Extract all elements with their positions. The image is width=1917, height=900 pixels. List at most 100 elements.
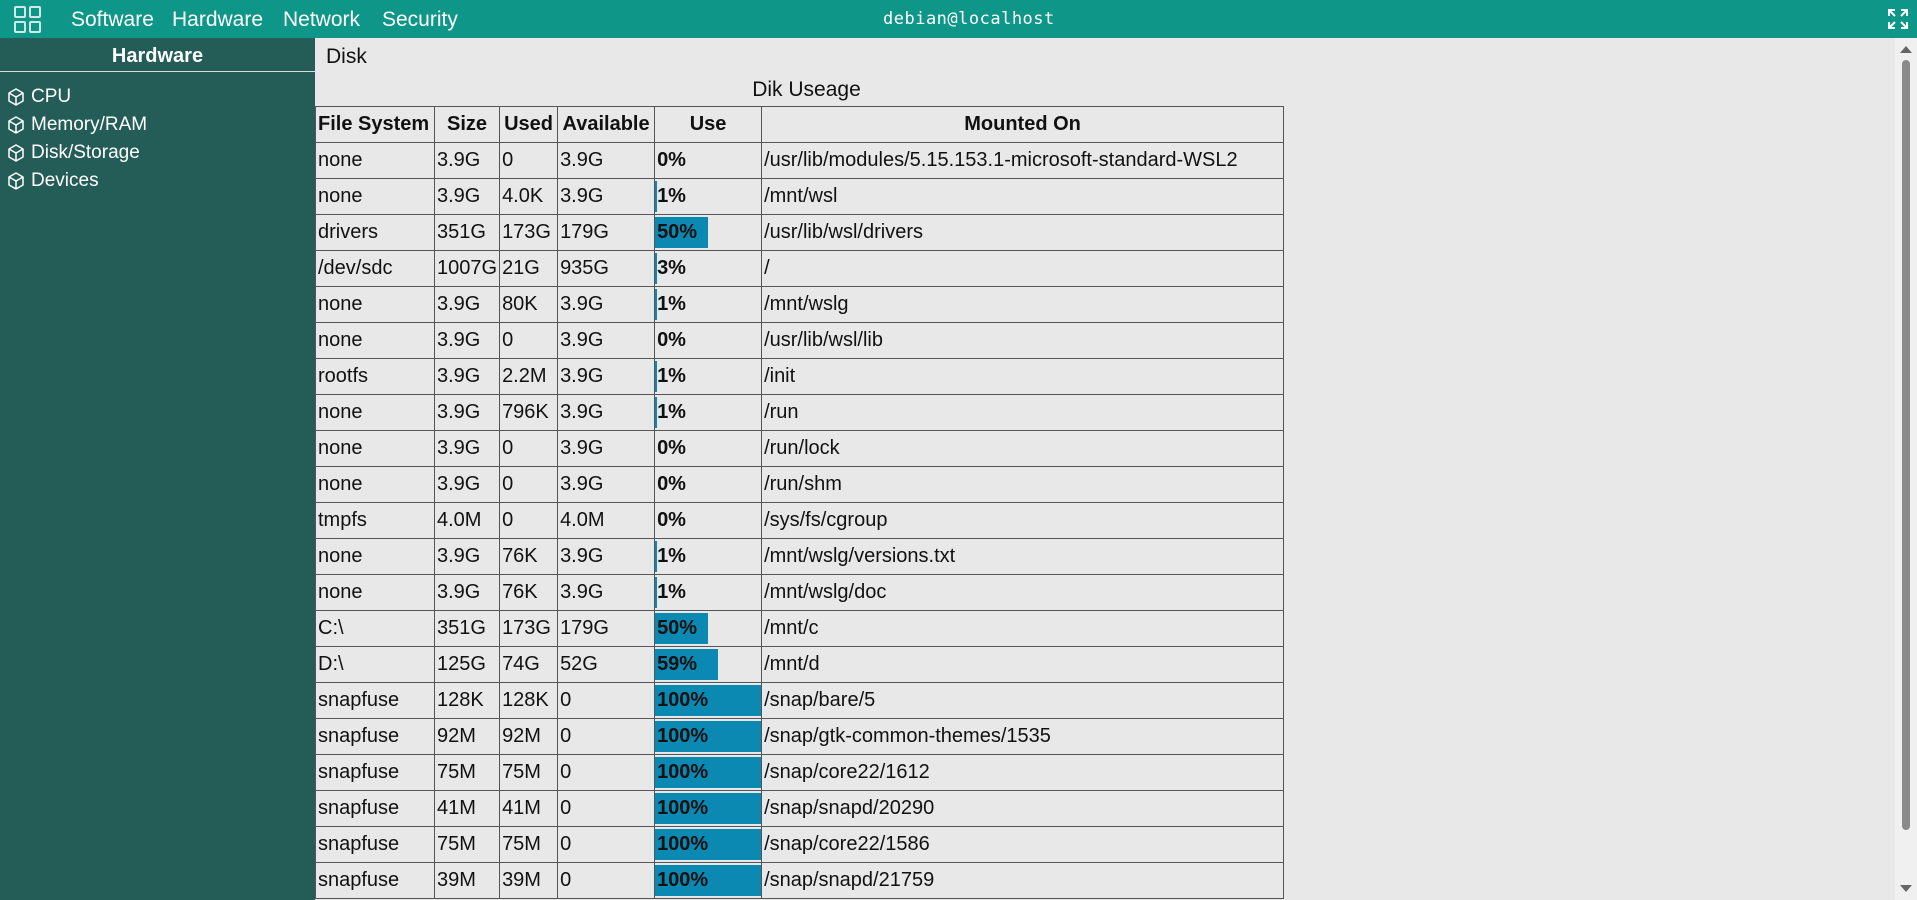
cell-size: 128K — [433, 682, 501, 719]
cell-available: 0 — [557, 754, 656, 791]
cell-available: 179G — [557, 610, 656, 647]
table-row: none 3.9G 0 3.9G 0%/run/lock — [315, 430, 1285, 467]
nav-hardware[interactable]: Hardware — [172, 8, 263, 32]
use-percent: 0% — [657, 149, 686, 171]
cell-mounted-on: /run — [761, 394, 1285, 431]
vertical-scrollbar[interactable] — [1895, 38, 1917, 900]
cell-used: 76K — [499, 574, 559, 611]
cell-use: 0% — [654, 142, 763, 179]
cell-available: 0 — [557, 718, 656, 755]
cell-size: 75M — [433, 826, 501, 863]
cell-used: 0 — [499, 142, 559, 179]
cell-use: 1% — [654, 358, 763, 395]
cell-used: 173G — [499, 610, 559, 647]
table-row: C:\ 351G 173G 179G 50% /mnt/c — [315, 610, 1285, 647]
nav-software[interactable]: Software — [71, 8, 154, 32]
cell-available: 3.9G — [557, 394, 656, 431]
table-row: tmpfs 4.0M 0 4.0M 0%/sys/fs/cgroup — [315, 502, 1285, 539]
cell-use: 1% — [654, 538, 763, 575]
use-percent: 1% — [657, 293, 686, 315]
cell-used: 76K — [499, 538, 559, 575]
cell-use: 59% — [654, 646, 763, 683]
use-percent: 100% — [657, 689, 709, 711]
cell-use: 100% — [654, 718, 763, 755]
cell-mounted-on: /usr/lib/modules/5.15.153.1-microsoft-st… — [761, 142, 1285, 179]
sidebar-item-memory-ram[interactable]: Memory/RAM — [0, 111, 315, 139]
cell-size: 3.9G — [433, 358, 501, 395]
table-row: none 3.9G 80K 3.9G 1%/mnt/wslg — [315, 286, 1285, 323]
cube-icon — [8, 116, 24, 134]
cell-use: 100% — [654, 862, 763, 899]
sidebar-header: Hardware — [0, 38, 315, 72]
cell-use: 100% — [654, 790, 763, 827]
scroll-thumb[interactable] — [1902, 60, 1910, 830]
table-row: none 3.9G 0 3.9G 0%/run/shm — [315, 466, 1285, 503]
cell-size: 3.9G — [433, 430, 501, 467]
table-row: rootfs 3.9G 2.2M 3.9G 1%/init — [315, 358, 1285, 395]
cube-icon — [8, 172, 24, 190]
use-percent: 100% — [657, 761, 709, 783]
sidebar-item-disk-storage[interactable]: Disk/Storage — [0, 139, 315, 167]
sidebar-item-cpu[interactable]: CPU — [0, 83, 315, 111]
sidebar-item-label: Disk/Storage — [31, 142, 140, 163]
cell-mounted-on: /usr/lib/wsl/drivers — [761, 214, 1285, 251]
cell-file-system: snapfuse — [315, 826, 435, 863]
cube-icon — [8, 88, 24, 106]
col-available: Available — [557, 106, 656, 143]
cell-mounted-on: /snap/snapd/21759 — [761, 862, 1285, 899]
table-row: D:\ 125G 74G 52G 59% /mnt/d — [315, 646, 1285, 683]
cell-available: 0 — [557, 862, 656, 899]
cell-size: 3.9G — [433, 394, 501, 431]
cell-used: 80K — [499, 286, 559, 323]
cell-file-system: none — [315, 394, 435, 431]
cell-use: 0% — [654, 466, 763, 503]
cell-available: 935G — [557, 250, 656, 287]
fullscreen-icon[interactable] — [1887, 8, 1909, 30]
cell-file-system: none — [315, 142, 435, 179]
sidebar-item-devices[interactable]: Devices — [0, 167, 315, 195]
cell-mounted-on: /run/lock — [761, 430, 1285, 467]
scroll-down-icon[interactable] — [1900, 885, 1912, 892]
cell-used: 128K — [499, 682, 559, 719]
table-row: snapfuse 128K 128K 0 100%/snap/bare/5 — [315, 682, 1285, 719]
cell-file-system: rootfs — [315, 358, 435, 395]
cell-mounted-on: /mnt/wslg/doc — [761, 574, 1285, 611]
cell-file-system: none — [315, 430, 435, 467]
table-row: none 3.9G 4.0K 3.9G 1%/mnt/wsl — [315, 178, 1285, 215]
cell-use: 50% — [654, 610, 763, 647]
cell-mounted-on: /snap/core22/1586 — [761, 826, 1285, 863]
nav-network[interactable]: Network — [283, 8, 360, 32]
col-use: Use — [654, 106, 763, 143]
sidebar-list: CPU Memory/RAM Disk/Storage Devices — [0, 83, 315, 195]
table-row: snapfuse 41M 41M 0 100%/snap/snapd/20290 — [315, 790, 1285, 827]
use-percent: 1% — [657, 185, 686, 207]
cell-mounted-on: /snap/core22/1612 — [761, 754, 1285, 791]
cell-mounted-on: /snap/snapd/20290 — [761, 790, 1285, 827]
cell-used: 0 — [499, 502, 559, 539]
use-percent: 3% — [657, 257, 686, 279]
cell-file-system: snapfuse — [315, 790, 435, 827]
cell-available: 3.9G — [557, 286, 656, 323]
nav-security[interactable]: Security — [382, 8, 458, 32]
cell-file-system: drivers — [315, 214, 435, 251]
cell-size: 3.9G — [433, 466, 501, 503]
cell-size: 351G — [433, 610, 501, 647]
cell-mounted-on: /mnt/d — [761, 646, 1285, 683]
cell-used: 796K — [499, 394, 559, 431]
cell-used: 0 — [499, 466, 559, 503]
table-row: none 3.9G 796K 3.9G 1%/run — [315, 394, 1285, 431]
grid-icon[interactable] — [13, 5, 43, 35]
cell-size: 3.9G — [433, 286, 501, 323]
cell-file-system: D:\ — [315, 646, 435, 683]
cell-file-system: none — [315, 466, 435, 503]
table-row: none 3.9G 0 3.9G 0%/usr/lib/modules/5.15.153… — [315, 142, 1285, 179]
cell-used: 74G — [499, 646, 559, 683]
scroll-up-icon[interactable] — [1900, 46, 1912, 53]
cell-use: 50% — [654, 214, 763, 251]
cell-file-system: snapfuse — [315, 754, 435, 791]
cell-available: 3.9G — [557, 322, 656, 359]
cell-used: 39M — [499, 862, 559, 899]
cell-size: 3.9G — [433, 178, 501, 215]
cell-file-system: C:\ — [315, 610, 435, 647]
cell-file-system: none — [315, 574, 435, 611]
